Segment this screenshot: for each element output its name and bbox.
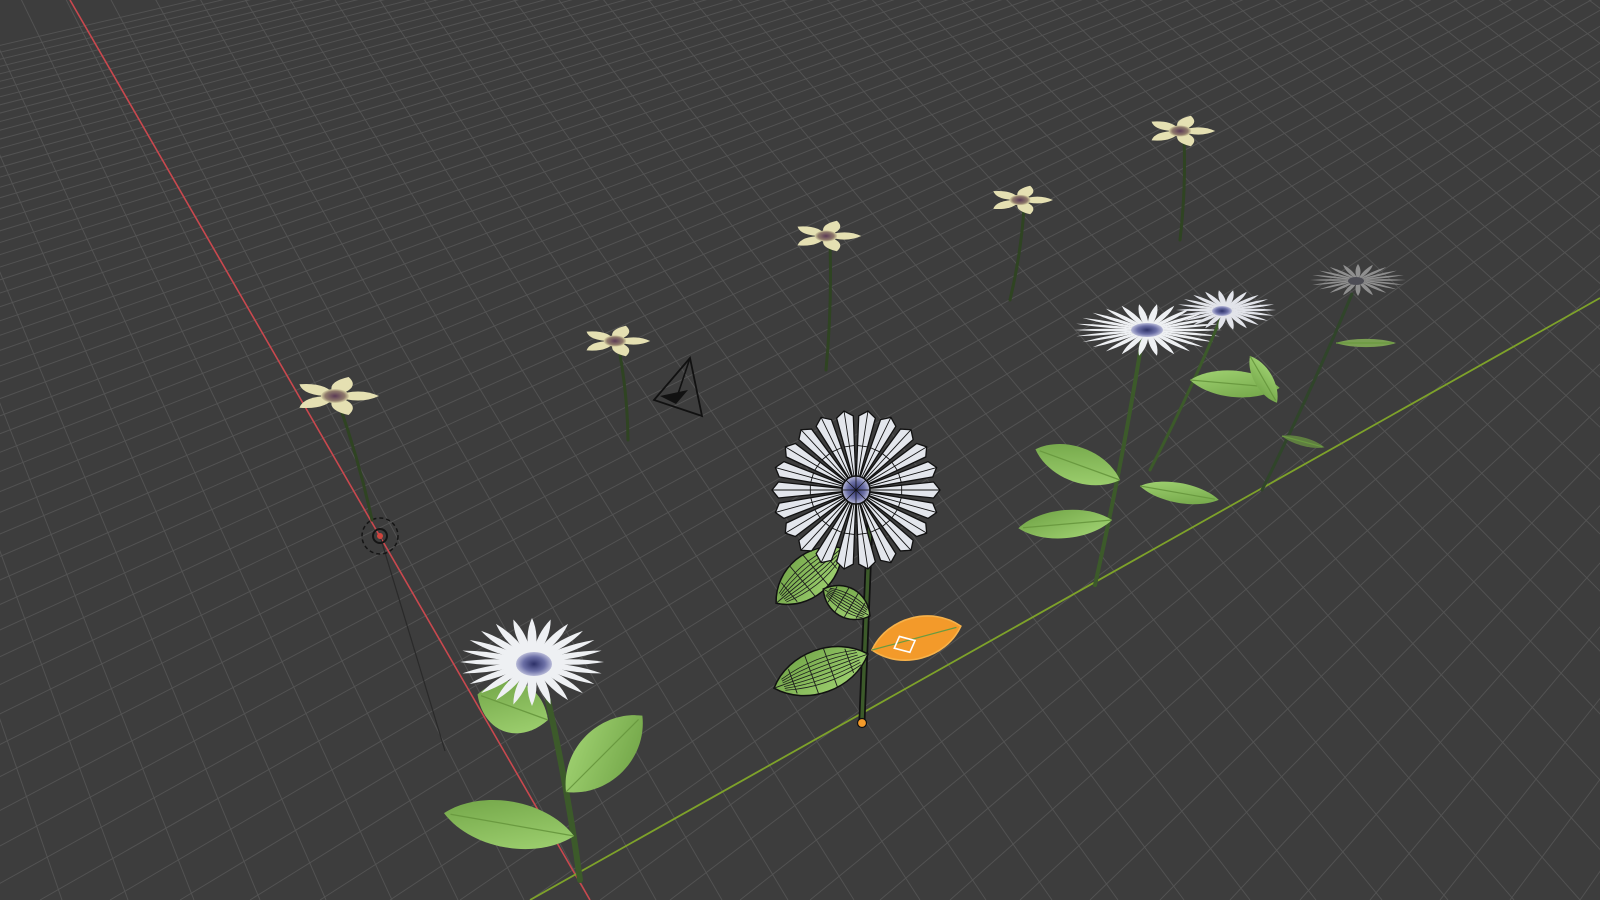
3d-viewport[interactable] — [0, 0, 1600, 900]
flower-center — [814, 230, 838, 242]
flower-center — [1348, 277, 1364, 285]
flower-center — [321, 389, 349, 403]
flower-center — [1212, 306, 1232, 316]
flower-center — [1131, 323, 1163, 337]
flower-center — [1009, 194, 1031, 206]
flower-center — [1168, 125, 1192, 137]
origin-point-icon[interactable] — [856, 717, 868, 729]
flower-center — [516, 652, 552, 676]
flower-center — [603, 335, 627, 347]
